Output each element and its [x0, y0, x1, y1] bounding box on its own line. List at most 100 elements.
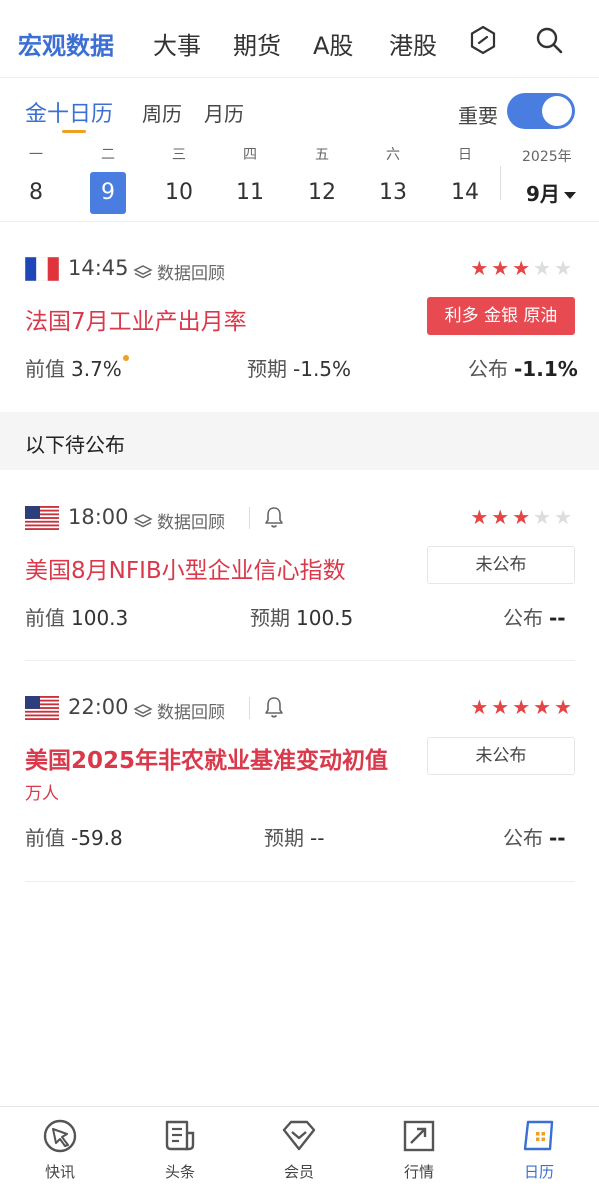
date-cell[interactable]: 六 13	[373, 140, 413, 214]
weekday-label: 六	[386, 147, 400, 163]
forecast-value: 预期 100.5	[250, 606, 354, 630]
tab-futures[interactable]: 期货	[233, 26, 281, 61]
date-cell[interactable]: 四 11	[230, 140, 270, 214]
search-icon[interactable]	[533, 24, 565, 56]
bell-icon[interactable]	[263, 695, 285, 719]
tab-hk-stocks[interactable]: 港股	[389, 26, 437, 61]
calendar-icon	[523, 1120, 554, 1151]
importance-stars: ★★★★★	[470, 256, 575, 280]
bottom-tab-label: 快讯	[44, 1163, 75, 1181]
month-label: 9月	[526, 182, 560, 206]
bottom-tab-headlines[interactable]: 头条	[140, 1117, 220, 1182]
weekday-label: 五	[315, 147, 329, 163]
data-review-label: 数据回顾	[157, 513, 225, 533]
date-number: 12	[308, 180, 336, 205]
data-review-link[interactable]: 数据回顾	[133, 259, 225, 284]
event-time: 14:45	[68, 256, 129, 280]
actual-value: 公布 -1.1%	[468, 357, 578, 381]
pending-section-header: 以下待公布	[0, 412, 599, 470]
layers-icon	[133, 514, 153, 528]
date-strip: 一 8 二 9 三 10 四 11 五 12 六 13 日 14 2025年 9…	[0, 140, 599, 222]
event-title[interactable]: 美国2025年非农就业基准变动初值	[25, 741, 388, 775]
status-badge: 未公布	[427, 546, 575, 584]
date-separator	[500, 166, 501, 200]
layers-icon	[133, 704, 153, 718]
date-cell[interactable]: 五 12	[302, 140, 342, 214]
bell-icon[interactable]	[263, 505, 285, 529]
tab-week-calendar[interactable]: 周历	[142, 98, 182, 127]
hexagon-icon[interactable]	[467, 24, 499, 56]
data-review-link[interactable]: 数据回顾	[133, 698, 225, 723]
date-number: 8	[29, 180, 43, 205]
forecast-value: 预期 --	[264, 826, 325, 850]
date-number: 14	[451, 180, 479, 205]
weekday-label: 一	[29, 147, 43, 163]
bottom-tab-flash-news[interactable]: 快讯	[20, 1117, 100, 1182]
event-unit: 万人	[25, 784, 59, 804]
flash-news-icon	[43, 1119, 77, 1153]
usa-flag-icon	[25, 696, 59, 720]
france-flag-icon	[25, 257, 59, 281]
bottom-tab-calendar[interactable]: 日历	[499, 1117, 579, 1182]
bottom-tab-label: 头条	[164, 1163, 195, 1181]
vertical-divider	[249, 507, 250, 529]
event-time: 18:00	[68, 505, 129, 529]
caret-down-icon	[563, 192, 576, 199]
importance-stars: ★★★★★	[470, 505, 575, 529]
actual-value: 公布 --	[503, 606, 566, 630]
tab-events[interactable]: 大事	[153, 26, 201, 61]
date-cell-selected[interactable]: 二 9	[88, 140, 128, 214]
diamond-icon	[282, 1120, 316, 1151]
year-label: 2025年	[522, 149, 572, 165]
impact-badge: 利多 金银 原油	[427, 297, 575, 335]
date-number: 11	[236, 180, 264, 205]
date-cell[interactable]: 三 10	[159, 140, 199, 214]
bottom-tab-label: 会员	[283, 1163, 314, 1181]
bottom-tab-label: 行情	[403, 1163, 434, 1181]
tab-macro-data[interactable]: 宏观数据	[18, 26, 114, 61]
revised-dot	[122, 355, 129, 361]
date-number: 13	[379, 180, 407, 205]
tab-month-calendar[interactable]: 月历	[204, 98, 244, 127]
month-selector[interactable]: 9月	[526, 178, 576, 207]
date-number: 10	[165, 180, 193, 205]
important-filter-label: 重要	[458, 104, 498, 128]
row-divider	[25, 881, 575, 882]
previous-value: 前值 3.7%	[25, 353, 129, 382]
weekday-label: 四	[243, 147, 257, 163]
bottom-nav: 快讯 头条 会员 行情 日历	[0, 1106, 599, 1200]
sub-tabs: 金十日历 周历 月历 重要	[0, 78, 599, 138]
status-badge: 未公布	[427, 737, 575, 775]
date-number: 9	[90, 172, 126, 214]
data-review-label: 数据回顾	[157, 264, 225, 284]
data-review-label: 数据回顾	[157, 703, 225, 723]
bottom-tab-membership[interactable]: 会员	[259, 1117, 339, 1182]
actual-value: 公布 --	[503, 826, 566, 850]
date-cell[interactable]: 一 8	[16, 140, 56, 214]
vertical-divider	[249, 697, 250, 719]
tab-jin10-calendar[interactable]: 金十日历	[25, 96, 113, 128]
forecast-value: 预期 -1.5%	[247, 357, 352, 381]
weekday-label: 日	[458, 147, 472, 163]
bottom-tab-market[interactable]: 行情	[379, 1117, 459, 1182]
important-toggle[interactable]	[507, 93, 575, 129]
newspaper-icon	[165, 1120, 195, 1151]
previous-value: 前值 100.3	[25, 606, 129, 630]
event-title[interactable]: 美国8月NFIB小型企业信心指数	[25, 551, 346, 585]
layers-icon	[133, 265, 153, 279]
trend-chart-icon	[403, 1120, 435, 1152]
previous-value: 前值 -59.8	[25, 826, 123, 850]
date-cell[interactable]: 日 14	[445, 140, 485, 214]
top-nav: 宏观数据 大事 期货 A股 港股	[0, 0, 599, 78]
tab-a-shares[interactable]: A股	[313, 26, 353, 61]
toggle-knob	[542, 96, 572, 126]
pending-section-title: 以下待公布	[25, 433, 125, 457]
importance-stars: ★★★★★	[470, 695, 575, 719]
weekday-label: 二	[101, 147, 115, 163]
usa-flag-icon	[25, 506, 59, 530]
event-time: 22:00	[68, 695, 129, 719]
data-review-link[interactable]: 数据回顾	[133, 508, 225, 533]
weekday-label: 三	[172, 147, 186, 163]
row-divider	[25, 660, 575, 661]
event-title[interactable]: 法国7月工业产出月率	[25, 302, 247, 336]
